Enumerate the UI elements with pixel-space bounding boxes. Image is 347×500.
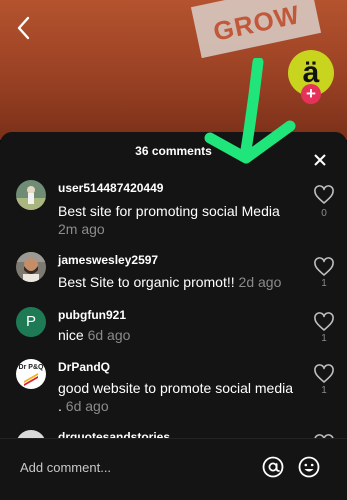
like-count: 0 xyxy=(321,208,327,219)
comment-text: Best site for promoting social Media 2m … xyxy=(58,202,298,238)
heart-icon[interactable] xyxy=(313,312,335,332)
avatar[interactable] xyxy=(16,430,46,438)
comment-item: drquotesandstories xyxy=(0,430,347,438)
heart-icon[interactable] xyxy=(313,257,335,277)
emoji-icon[interactable] xyxy=(297,455,321,479)
comment-text: nice 6d ago xyxy=(58,326,298,344)
avatar[interactable] xyxy=(16,252,46,282)
comment-time: 6d ago xyxy=(65,398,109,414)
comment-text: Best Site to organic promot!! 2d ago xyxy=(58,273,298,291)
like-count: 1 xyxy=(321,278,327,289)
input-divider xyxy=(0,438,347,439)
comment-body: Best site for promoting social Media xyxy=(58,203,280,219)
comment-text: good website to promote social media . 6… xyxy=(58,379,298,415)
comment-username[interactable]: user514487420449 xyxy=(58,181,163,195)
add-comment-input[interactable]: Add comment... xyxy=(20,460,111,475)
back-icon[interactable] xyxy=(12,14,36,42)
at-icon[interactable] xyxy=(261,455,285,479)
comments-panel: 36 comments user514487420449 Best site f… xyxy=(0,132,347,500)
comment-username[interactable]: DrPandQ xyxy=(58,360,110,374)
avatar[interactable]: P xyxy=(16,307,46,337)
heart-icon[interactable] xyxy=(313,364,335,384)
like-count: 1 xyxy=(321,385,327,396)
comment-time: 6d ago xyxy=(87,327,131,343)
avatar[interactable]: Dr P&Q xyxy=(16,359,46,389)
comment-username[interactable]: jameswesley2597 xyxy=(58,253,158,267)
annotation-arrow xyxy=(204,58,296,164)
comment-time: 2d ago xyxy=(238,274,282,290)
comment-body: nice xyxy=(58,327,84,343)
like-count: 1 xyxy=(321,333,327,344)
heart-icon[interactable] xyxy=(313,185,335,205)
close-icon[interactable] xyxy=(310,150,330,170)
avatar[interactable] xyxy=(16,180,46,210)
comment-username[interactable]: pubgfun921 xyxy=(58,308,126,322)
comment-username[interactable]: drquotesandstories xyxy=(58,430,170,438)
comment-time: 2m ago xyxy=(58,221,105,237)
grow-sign: GROW xyxy=(190,0,322,59)
comment-body: Best Site to organic promot!! xyxy=(58,274,235,290)
